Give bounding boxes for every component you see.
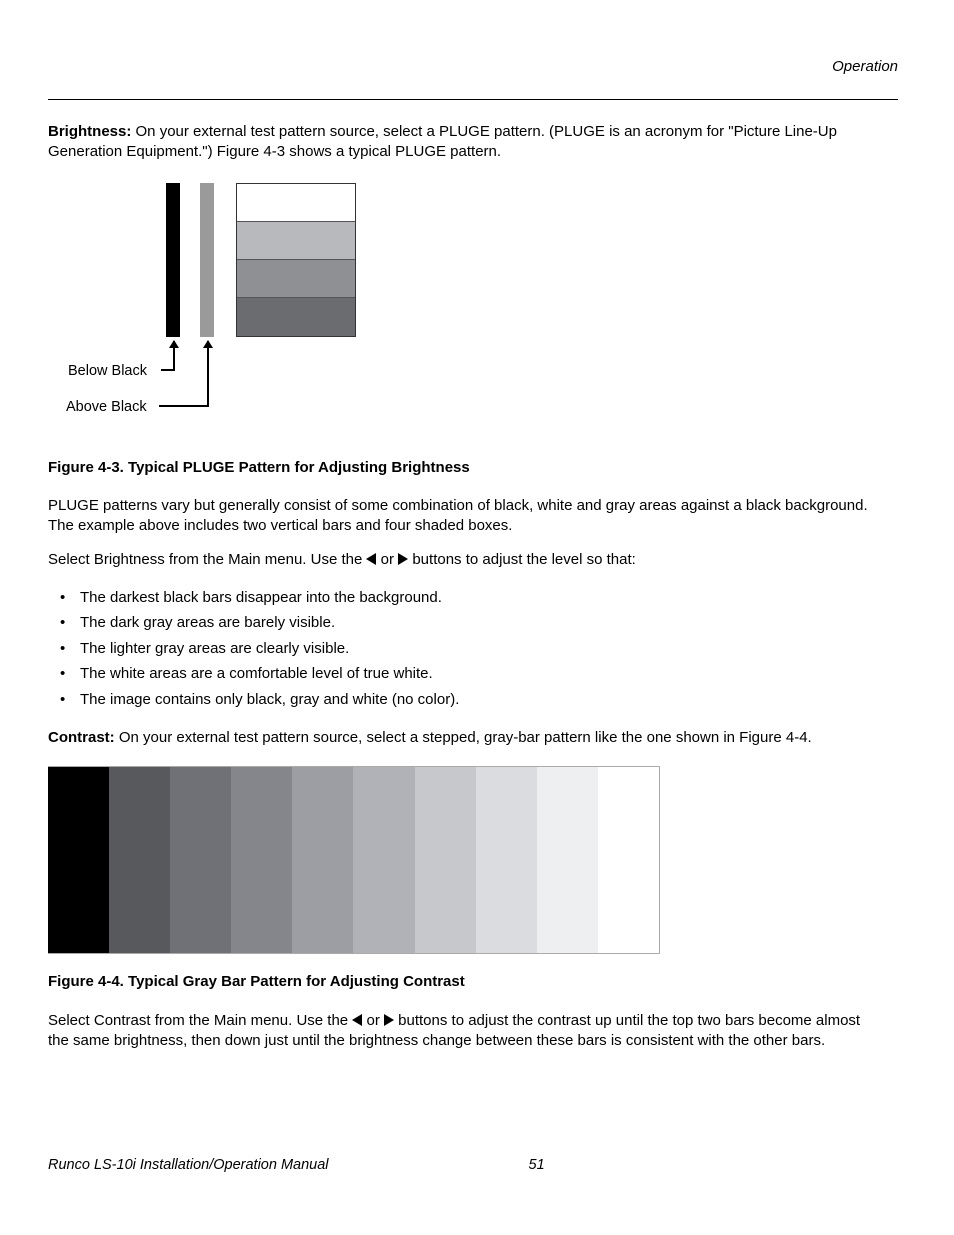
brightness-text: On your external test pattern source, se… xyxy=(48,123,837,160)
arrow-above-black-icon xyxy=(207,341,209,407)
figure-4-4-caption: Figure 4-4. Typical Gray Bar Pattern for… xyxy=(48,972,868,992)
brightness-instruction: Select Brightness from the Main menu. Us… xyxy=(48,550,868,570)
contrast-instruction: Select Contrast from the Main menu. Use … xyxy=(48,1011,868,1052)
label-above-black: Above Black xyxy=(66,399,147,415)
left-arrow-icon xyxy=(366,553,376,565)
brightness-instr-pre: Select Brightness from the Main menu. Us… xyxy=(48,551,366,568)
brightness-instr-mid: or xyxy=(376,551,398,568)
contrast-instr-pre: Select Contrast from the Main menu. Use … xyxy=(48,1012,352,1029)
contrast-label: Contrast: xyxy=(48,729,115,746)
gray-step-1 xyxy=(48,767,109,953)
brightness-instr-post: buttons to adjust the level so that: xyxy=(408,551,636,568)
brightness-label: Brightness: xyxy=(48,123,131,140)
gray-step-6 xyxy=(353,767,414,953)
rule xyxy=(48,99,898,100)
pluge-bar-above-black xyxy=(200,183,214,337)
gray-step-3 xyxy=(170,767,231,953)
pluge-box-2 xyxy=(237,222,355,260)
page-footer: Runco LS-10i Installation/Operation Manu… xyxy=(48,1157,898,1173)
gray-step-2 xyxy=(109,767,170,953)
brightness-bullet-list: The darkest black bars disappear into th… xyxy=(48,585,868,713)
label-below-black: Below Black xyxy=(68,363,147,379)
list-item: The darkest black bars disappear into th… xyxy=(66,585,868,611)
manual-title: Runco LS-10i Installation/Operation Manu… xyxy=(48,1157,329,1173)
gray-step-7 xyxy=(415,767,476,953)
list-item: The lighter gray areas are clearly visib… xyxy=(66,636,868,662)
right-arrow-icon xyxy=(398,553,408,565)
figure-4-3-caption: Figure 4-3. Typical PLUGE Pattern for Ad… xyxy=(48,458,868,478)
pluge-bar-below-black xyxy=(166,183,180,337)
section-header: Operation xyxy=(48,58,898,75)
pluge-box-1 xyxy=(237,184,355,222)
list-item: The white areas are a comfortable level … xyxy=(66,661,868,687)
brightness-paragraph: Brightness: On your external test patter… xyxy=(48,122,868,163)
figure-4-4-graybar xyxy=(48,766,660,954)
contrast-text: On your external test pattern source, se… xyxy=(115,729,812,746)
left-arrow-icon xyxy=(352,1014,362,1026)
contrast-paragraph: Contrast: On your external test pattern … xyxy=(48,728,868,748)
pluge-box-4 xyxy=(237,298,355,335)
gray-step-8 xyxy=(476,767,537,953)
gray-step-10 xyxy=(598,767,659,953)
gray-step-9 xyxy=(537,767,598,953)
arrow-below-black-icon xyxy=(173,341,175,371)
right-arrow-icon xyxy=(384,1014,394,1026)
pluge-description: PLUGE patterns vary but generally consis… xyxy=(48,496,868,537)
gray-step-4 xyxy=(231,767,292,953)
list-item: The image contains only black, gray and … xyxy=(66,687,868,713)
list-item: The dark gray areas are barely visible. xyxy=(66,610,868,636)
page-number: 51 xyxy=(529,1157,545,1173)
figure-4-3-diagram: Below Black Above Black xyxy=(56,183,456,428)
contrast-instr-mid: or xyxy=(362,1012,384,1029)
pluge-shaded-boxes xyxy=(236,183,356,337)
gray-step-5 xyxy=(292,767,353,953)
pluge-box-3 xyxy=(237,260,355,298)
